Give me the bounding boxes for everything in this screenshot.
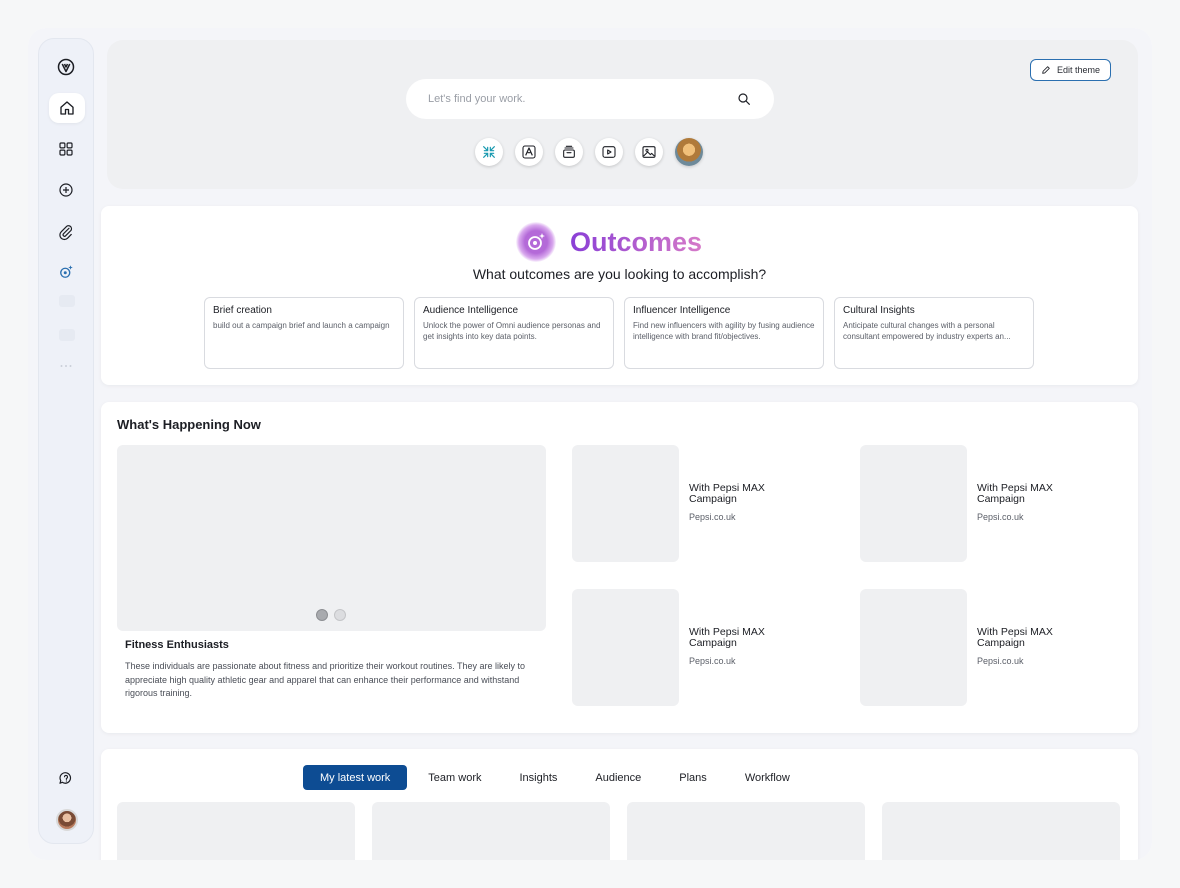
happening-now-section: What's Happening Now Fitness Enthusiasts… <box>101 402 1138 733</box>
outcome-card-influencer-intelligence[interactable]: Influencer Intelligence Find new influen… <box>624 297 824 369</box>
outcome-card-desc: Unlock the power of Omni audience person… <box>423 321 601 341</box>
outcomes-header: Outcomes <box>516 222 702 262</box>
tab-audience[interactable]: Audience <box>578 765 658 790</box>
outcome-card-desc: Anticipate cultural changes with a perso… <box>843 321 1011 341</box>
campaign-thumbnail <box>572 445 679 562</box>
hero-title: Fitness Enthusiasts <box>125 639 229 651</box>
play-icon[interactable] <box>595 138 623 166</box>
work-tile[interactable] <box>372 802 610 860</box>
outcome-card-cultural-insights[interactable]: Cultural Insights Anticipate cultural ch… <box>834 297 1034 369</box>
campaign-name: With Pepsi MAX Campaign <box>977 482 1053 505</box>
faded-nav-item <box>59 295 75 307</box>
section-title: What's Happening Now <box>117 417 261 432</box>
campaign-card[interactable]: With Pepsi MAX Campaign Pepsi.co.uk <box>572 589 852 707</box>
add-circle-icon[interactable] <box>51 175 81 205</box>
profile-avatar[interactable] <box>675 138 703 166</box>
tab-workflow[interactable]: Workflow <box>728 765 807 790</box>
device-screen: Edit theme Let's find your work. Outcome… <box>28 28 1152 860</box>
outcomes-orb-icon <box>516 222 556 262</box>
campaign-card[interactable]: With Pepsi MAX Campaign Pepsi.co.uk <box>572 445 852 563</box>
attachment-icon[interactable] <box>51 217 81 247</box>
more-icon[interactable] <box>51 351 81 381</box>
campaign-name: With Pepsi MAX Campaign <box>689 482 765 505</box>
outcome-card-title: Audience Intelligence <box>423 305 519 316</box>
campaign-card[interactable]: With Pepsi MAX Campaign Pepsi.co.uk <box>860 445 1140 563</box>
hero-description: These individuals are passionate about f… <box>125 661 526 698</box>
work-tile[interactable] <box>627 802 865 860</box>
hero-carousel[interactable] <box>117 445 546 631</box>
campaign-card[interactable]: With Pepsi MAX Campaign Pepsi.co.uk <box>860 589 1140 707</box>
tab-team-work[interactable]: Team work <box>411 765 498 790</box>
logo-icon[interactable] <box>52 53 80 81</box>
header-panel: Edit theme <box>107 40 1138 189</box>
campaign-source: Pepsi.co.uk <box>977 656 1024 666</box>
user-avatar[interactable] <box>56 809 78 831</box>
app-screen: Edit theme Let's find your work. Outcome… <box>28 28 1152 860</box>
adobe-icon[interactable] <box>515 138 543 166</box>
campaign-name: With Pepsi MAX Campaign <box>689 626 765 649</box>
search-icon[interactable] <box>736 91 752 107</box>
outcome-card-brief-creation[interactable]: Brief creation build out a campaign brie… <box>204 297 404 369</box>
outcome-card-title: Influencer Intelligence <box>633 305 731 316</box>
carousel-dots <box>316 609 346 621</box>
campaign-thumbnail <box>860 445 967 562</box>
work-tabs: My latest work Team work Insights Audien… <box>303 765 811 790</box>
work-section: My latest work Team work Insights Audien… <box>101 749 1138 860</box>
campaign-source: Pepsi.co.uk <box>977 512 1024 522</box>
carousel-dot[interactable] <box>334 609 346 621</box>
stack-icon[interactable] <box>555 138 583 166</box>
outcomes-title: Outcomes <box>570 226 703 257</box>
work-tiles <box>117 802 1120 860</box>
chat-help-icon[interactable] <box>51 763 81 793</box>
campaign-source: Pepsi.co.uk <box>689 656 736 666</box>
outcome-cards: Brief creation build out a campaign brie… <box>204 297 1034 369</box>
device-frame: Edit theme Let's find your work. Outcome… <box>0 0 1180 888</box>
outcome-card-desc: build out a campaign brief and launch a … <box>213 321 390 330</box>
outcome-card-desc: Find new influencers with agility by fus… <box>633 321 815 341</box>
pencil-icon <box>1042 66 1050 74</box>
campaign-name: With Pepsi MAX Campaign <box>977 626 1053 649</box>
search-input[interactable] <box>428 93 736 105</box>
outcome-card-title: Cultural Insights <box>843 305 915 316</box>
campaign-thumbnail <box>860 589 967 706</box>
tab-plans[interactable]: Plans <box>662 765 724 790</box>
work-tile[interactable] <box>882 802 1120 860</box>
campaign-source: Pepsi.co.uk <box>689 512 736 522</box>
grid-icon[interactable] <box>51 134 81 164</box>
work-tile[interactable] <box>117 802 355 860</box>
outcomes-subtitle: What outcomes are you looking to accompl… <box>472 266 767 282</box>
search-bar[interactable] <box>406 79 774 119</box>
outcome-card-title: Brief creation <box>213 305 272 316</box>
outcomes-section: Outcomes What outcomes are you looking t… <box>101 206 1138 385</box>
sidebar <box>38 38 94 844</box>
outcome-card-audience-intelligence[interactable]: Audience Intelligence Unlock the power o… <box>414 297 614 369</box>
edit-theme-label: Edit theme <box>1056 65 1100 75</box>
image-icon[interactable] <box>635 138 663 166</box>
home-icon[interactable] <box>49 93 85 123</box>
compress-icon[interactable] <box>475 138 503 166</box>
edit-theme-button[interactable]: Edit theme <box>1029 59 1111 81</box>
campaign-thumbnail <box>572 589 679 706</box>
carousel-dot-active[interactable] <box>316 609 328 621</box>
tab-insights[interactable]: Insights <box>502 765 574 790</box>
outcomes-orb-icon[interactable] <box>51 257 81 287</box>
quick-access-bar <box>475 138 703 166</box>
faded-nav-item <box>59 329 75 341</box>
tab-my-latest-work[interactable]: My latest work <box>303 765 408 790</box>
